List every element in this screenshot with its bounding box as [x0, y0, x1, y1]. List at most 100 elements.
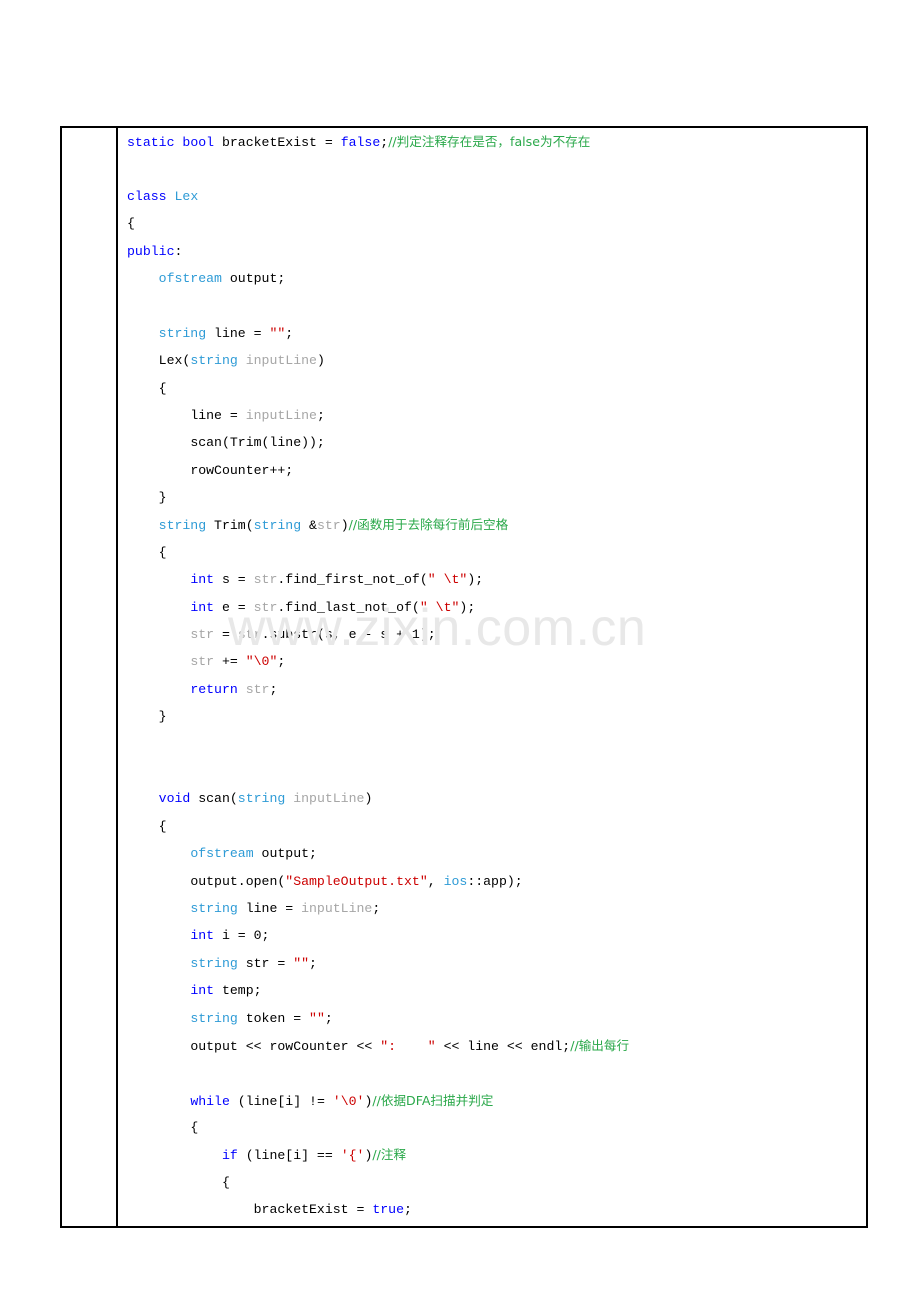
code-token-typ: ios	[443, 873, 468, 889]
code-cell: static bool bracketExist = false;//判定注释存…	[116, 126, 868, 1228]
code-token-plain: ;	[309, 955, 317, 971]
code-token-typ: Lex	[174, 188, 199, 204]
code-token-typ: string	[158, 325, 207, 341]
code-token-ident: str	[190, 627, 215, 643]
code-line: {	[127, 375, 866, 402]
code-token-cmt: //输出每行	[570, 1037, 630, 1053]
code-token-plain: ;	[372, 900, 381, 916]
code-token-plain: ;	[269, 681, 278, 697]
code-line: public:	[127, 238, 866, 265]
code-token-ident: str	[253, 599, 278, 615]
code-token-plain: =	[214, 627, 238, 643]
code-line: }	[127, 484, 866, 511]
code-listing-table: static bool bracketExist = false;//判定注释存…	[60, 126, 868, 1228]
code-line: int s = str.find_first_not_of(″ \t″);	[127, 566, 866, 593]
code-line: {	[127, 210, 866, 237]
code-line: class Lex	[127, 183, 866, 210]
code-line: while (line[i] != '\0')//依据DFA扫描并判定	[127, 1087, 866, 1114]
code-token-plain: );	[467, 572, 484, 588]
code-token-plain: bracketExist =	[214, 135, 341, 150]
code-token-kw: return	[190, 681, 238, 697]
code-token-kw: if	[221, 1148, 238, 1164]
code-line: str += ″\0″;	[127, 648, 866, 675]
code-token-plain: << line << endl;	[435, 1038, 571, 1054]
code-token-plain: ;	[277, 654, 286, 670]
code-token-kw: static	[127, 135, 175, 150]
code-token-plain: .find_last_not_of(	[277, 599, 420, 615]
code-token-plain: (line[i] !=	[229, 1093, 333, 1109]
code-token-kw: false	[340, 135, 381, 150]
code-token-str: ″″	[309, 1010, 325, 1026]
code-token-cmt: //判定注释存在是否，false为不存在	[388, 134, 591, 149]
code-line: line = inputLine;	[127, 402, 866, 429]
code-token-ident: str	[245, 681, 270, 697]
code-token-plain: {	[158, 818, 167, 834]
code-line: output.open(″SampleOutput.txt″, ios::app…	[127, 868, 866, 895]
code-token-plain: }	[158, 709, 167, 725]
code-token-plain: str =	[237, 955, 294, 971]
code-line: {	[127, 1169, 866, 1196]
code-token-plain: )	[364, 791, 373, 807]
code-token-plain: bracketExist =	[253, 1202, 373, 1218]
code-token-typ: string	[190, 955, 238, 971]
code-token-plain: Trim(	[206, 518, 254, 534]
code-token-kw: true	[372, 1202, 404, 1218]
code-token-plain: s =	[214, 572, 254, 588]
code-token-typ: string	[190, 1010, 238, 1026]
code-token-typ: string	[190, 900, 238, 916]
code-token-plain: {	[127, 216, 135, 232]
code-token-plain: ;	[404, 1202, 412, 1218]
code-token-str: ″ \t″	[419, 599, 460, 615]
code-token-kw: int	[190, 983, 215, 999]
code-token-plain: }	[158, 490, 167, 506]
code-line: static bool bracketExist = false;//判定注释存…	[127, 128, 866, 155]
code-token-ident: str	[237, 627, 262, 643]
code-token-plain: {	[190, 1120, 199, 1136]
code-line: ofstream output;	[127, 840, 866, 867]
code-token-plain: scan(Trim(line));	[190, 435, 325, 451]
code-token-plain: );	[459, 599, 476, 615]
code-line: Lex(string inputLine)	[127, 347, 866, 374]
code-token-plain: scan(	[190, 791, 238, 807]
code-token-cmt: //依据DFA扫描并判定	[372, 1092, 494, 1108]
code-token-plain: {	[158, 380, 167, 396]
code-token-plain: Lex(	[158, 353, 191, 369]
code-token-kw: int	[190, 572, 215, 588]
code-line: }	[127, 703, 866, 730]
code-token-typ: ofstream	[158, 270, 222, 286]
code-token-plain: rowCounter++;	[190, 462, 294, 478]
code-token-kw: class	[127, 188, 167, 204]
code-line: return str;	[127, 676, 866, 703]
code-line: string str = ″″;	[127, 950, 866, 977]
code-token-plain: output << rowCounter <<	[190, 1038, 381, 1054]
code-line: {	[127, 1114, 866, 1141]
code-token-ident: inputLine	[245, 407, 317, 423]
code-token-plain: output.open(	[190, 873, 286, 889]
code-line: string line = ″″;	[127, 320, 866, 347]
code-token-typ: string	[190, 353, 238, 369]
code-token-plain: &	[301, 518, 317, 534]
code-token-plain: line =	[190, 407, 246, 423]
code-token-plain: token =	[237, 1010, 310, 1026]
